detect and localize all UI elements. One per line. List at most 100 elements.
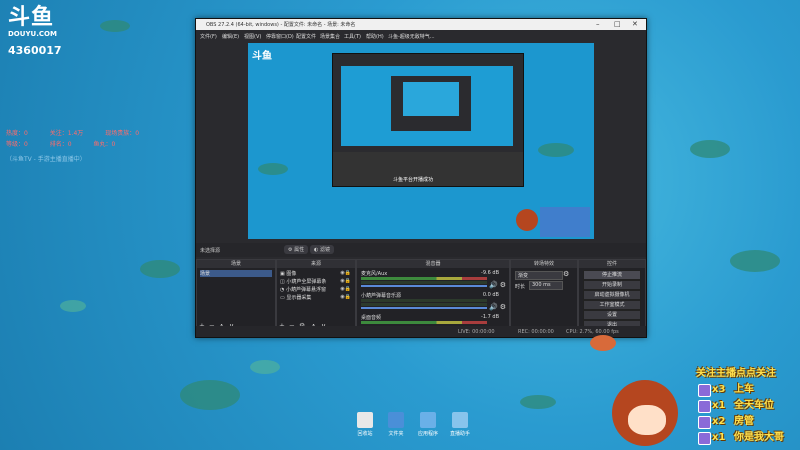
follow-title: 关注主播点点关注 xyxy=(696,368,776,379)
wallpaper-island xyxy=(60,300,86,312)
menu-view[interactable]: 视图(V) xyxy=(244,33,261,40)
room-id: 4360017 xyxy=(8,44,62,57)
volume-meter xyxy=(361,277,487,280)
source-label: 显示器采集 xyxy=(286,295,312,301)
menu-help[interactable]: 帮助(H) xyxy=(366,33,384,40)
dock-title: 转场特效 xyxy=(511,260,577,268)
stat-rank: 排名：0 xyxy=(49,141,72,148)
source-label: 小葫芦弹幕悬浮窗 xyxy=(285,287,326,293)
obs-menubar: 文件(F) 编辑(E) 视图(V) 停靠窗口(D) 配置文件 场景集合 工具(T… xyxy=(196,30,646,41)
menu-tools[interactable]: 工具(T) xyxy=(344,33,361,40)
menu-profile[interactable]: 配置文件 xyxy=(296,33,316,40)
wallpaper-island xyxy=(730,250,780,272)
close-icon[interactable]: ✕ xyxy=(632,20,638,28)
channel-name: 小葫芦弹幕音乐源 xyxy=(361,293,402,299)
reward-text: 房管 xyxy=(734,416,754,427)
folder-icon[interactable] xyxy=(388,412,404,428)
properties-button[interactable]: ⚙ 属性 xyxy=(284,245,309,254)
visibility-eye-icon[interactable]: ◉🔒 xyxy=(340,278,351,284)
channel-db: 0.0 dB xyxy=(482,292,499,298)
menu-douyu[interactable]: 斗鱼-超级无敌特气... xyxy=(388,33,435,40)
stream-stats: 热度：0 关注：1.4万 现场贵族：0 等级：0 排名：0 鱼丸：0 xyxy=(6,128,159,150)
source-label: 小葫芦全屏弹幕条 xyxy=(286,279,327,285)
wallpaper-island xyxy=(140,260,180,278)
filters-button[interactable]: ◐ 滤镜 xyxy=(310,245,334,254)
desktop-icon-label: 直播助手 xyxy=(449,431,470,437)
studio-mode-button[interactable]: 工作室模式 xyxy=(583,300,641,310)
gift-icon xyxy=(698,400,711,413)
recycle-bin-icon[interactable] xyxy=(357,412,373,428)
duration-input[interactable]: 300 ms xyxy=(529,281,563,290)
wallpaper-island xyxy=(258,163,288,175)
visibility-eye-icon[interactable]: ◉🔒 xyxy=(340,294,351,300)
reward-text: 全天车位 xyxy=(734,400,774,411)
visibility-eye-icon[interactable]: ◉🔒 xyxy=(340,270,351,276)
gear-icon[interactable]: ⚙ xyxy=(563,270,569,278)
maximize-icon[interactable]: □ xyxy=(614,20,621,28)
visibility-eye-icon[interactable]: ◉🔒 xyxy=(340,286,351,292)
scene-item[interactable]: 场景 xyxy=(200,270,272,277)
gear-icon[interactable]: ⚙ xyxy=(500,281,506,289)
desktop-icon-label: 文件夹 xyxy=(388,431,404,437)
minimize-icon[interactable]: – xyxy=(596,20,600,28)
menu-docks[interactable]: 停靠窗口(D) xyxy=(266,33,294,40)
douyu-logo: 斗鱼 xyxy=(252,51,272,62)
window-title: OBS 27.2.4 (64-bit, windows) - 配置文件: 未命名… xyxy=(206,22,356,28)
wallpaper-island xyxy=(538,143,574,157)
source-label: 图像 xyxy=(286,271,297,277)
volume-slider[interactable] xyxy=(361,307,487,309)
source-item-image[interactable]: ▣ 图像 xyxy=(280,270,296,277)
app-icon[interactable] xyxy=(420,412,436,428)
live-timer: LIVE: 00:00:00 xyxy=(458,329,495,335)
reward-count: x1 xyxy=(712,400,726,411)
source-item-display[interactable]: ▭ 显示器采集 xyxy=(280,294,311,301)
stat-fishball: 鱼丸：0 xyxy=(93,141,116,148)
reward-text: 你是我大哥 xyxy=(734,432,784,443)
channel-name: 麦克风/Aux xyxy=(361,271,388,277)
wallpaper-island xyxy=(520,395,556,409)
live-helper-icon[interactable] xyxy=(452,412,468,428)
wallpaper-island xyxy=(690,140,730,158)
gift-icon xyxy=(698,416,711,429)
source-item-barrage[interactable]: ◫ 小葫芦全屏弹幕条 xyxy=(280,278,326,285)
virtual-camera-button[interactable]: 启动虚拟摄像机 xyxy=(583,290,641,300)
reward-text: 上车 xyxy=(734,384,754,395)
obs-preview[interactable]: 斗鱼 斗鱼平台开播成功 xyxy=(248,43,594,239)
menu-file[interactable]: 文件(F) xyxy=(200,33,217,40)
start-recording-button[interactable]: 开始录制 xyxy=(583,280,641,290)
settings-button[interactable]: 设置 xyxy=(583,310,641,320)
stat-heat: 热度：0 xyxy=(6,130,28,137)
desktop-icon-label: 回收站 xyxy=(357,431,373,437)
source-toolbar: 未选择源 ⚙ 属性 ◐ 滤镜 xyxy=(196,243,646,257)
stat-follow: 关注：1.4万 xyxy=(49,130,84,137)
scenes-dock: 场景 场景 + − ∧ ∨ xyxy=(196,259,276,336)
obs-titlebar: OBS 27.2.4 (64-bit, windows) - 配置文件: 未命名… xyxy=(196,19,646,30)
stream-tip: （斗鱼TV - 手游主播直播中） xyxy=(6,156,86,163)
nested-obs-preview: 斗鱼平台开播成功 xyxy=(332,53,524,187)
gear-icon[interactable]: ⚙ xyxy=(500,303,506,311)
stop-streaming-button[interactable]: 停止推流 xyxy=(583,270,641,280)
transitions-dock: 转场特效 渐变 ⚙ 时长 300 ms xyxy=(510,259,578,336)
menu-edit[interactable]: 编辑(E) xyxy=(222,33,239,40)
controls-dock: 控件 停止推流 开始录制 启动虚拟摄像机 工作室模式 设置 退出 xyxy=(578,259,646,336)
channel-name: 桌面音频 xyxy=(361,315,382,321)
speaker-icon[interactable]: 🔊 xyxy=(489,281,498,289)
volume-slider[interactable] xyxy=(361,285,487,287)
nested-preview-window xyxy=(391,76,471,131)
volume-meter xyxy=(361,321,487,324)
wallpaper-island xyxy=(250,360,280,374)
audio-mixer-dock: 混音器 麦克风/Aux -9.6 dB 🔊 ⚙ 小葫芦弹幕音乐源 0.0 dB … xyxy=(356,259,510,336)
mascot-avatar xyxy=(516,209,538,231)
transition-select[interactable]: 渐变 xyxy=(515,271,563,280)
gift-icon xyxy=(698,384,711,397)
douyu-logo: 斗鱼 DOUYU.COM xyxy=(8,5,57,39)
source-item-float[interactable]: ◔ 小葫芦弹幕悬浮窗 xyxy=(280,286,326,293)
speaker-icon[interactable]: 🔊 xyxy=(489,303,498,311)
volume-meter xyxy=(361,299,487,302)
stat-level: 等级：0 xyxy=(6,141,28,148)
reward-count: x2 xyxy=(712,416,726,427)
sources-dock: 来源 ▣ 图像 ◫ 小葫芦全屏弹幕条 ◔ 小葫芦弹幕悬浮窗 ▭ 显示器采集 ◉🔒… xyxy=(276,259,356,336)
channel-db: -1.7 dB xyxy=(481,314,499,320)
nested-preview-screen xyxy=(341,66,513,146)
menu-scene-collection[interactable]: 场景集合 xyxy=(320,33,340,40)
